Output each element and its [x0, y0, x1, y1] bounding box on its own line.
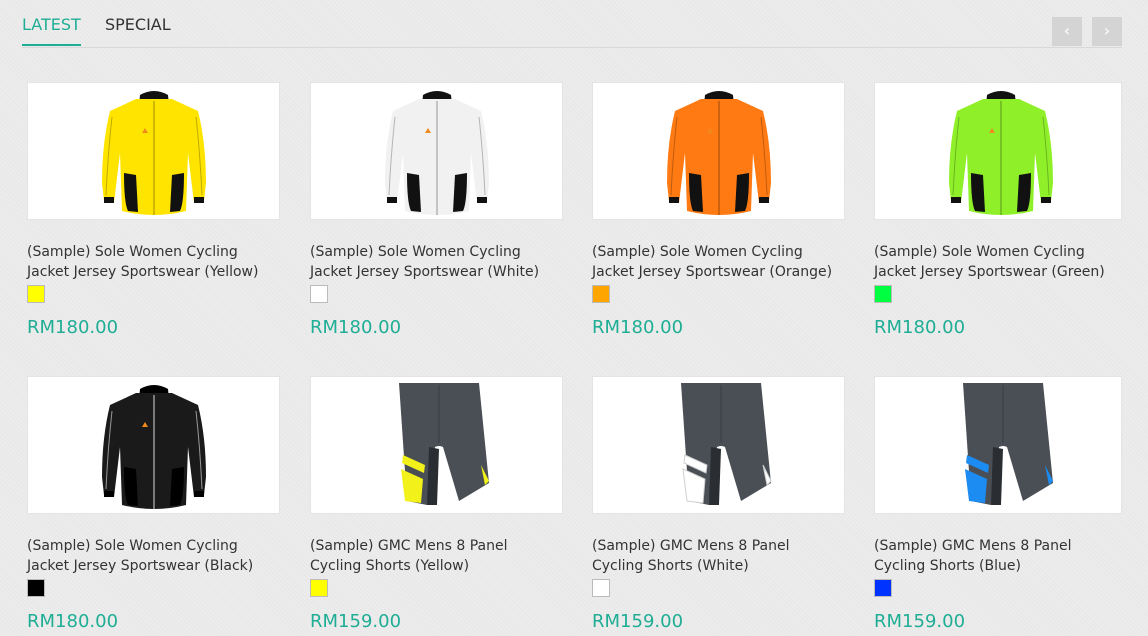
cycling-jacket-icon	[102, 385, 206, 509]
color-swatch[interactable]	[27, 579, 45, 597]
product-price: RM180.00	[27, 611, 119, 632]
cycling-jacket-icon	[102, 91, 206, 215]
product-price: RM180.00	[310, 317, 402, 338]
color-swatch[interactable]	[592, 285, 610, 303]
product-card[interactable]: (Sample) GMC Mens 8 Panel Cycling Shorts…	[310, 376, 563, 632]
product-image[interactable]	[592, 82, 845, 220]
product-card[interactable]: (Sample) GMC Mens 8 Panel Cycling Shorts…	[592, 376, 845, 632]
product-card[interactable]: (Sample) Sole Women Cycling Jacket Jerse…	[592, 82, 845, 338]
product-title[interactable]: (Sample) GMC Mens 8 Panel Cycling Shorts…	[874, 536, 1127, 576]
color-swatch[interactable]	[592, 579, 610, 597]
product-card[interactable]: (Sample) Sole Women Cycling Jacket Jerse…	[27, 82, 280, 338]
product-title[interactable]: (Sample) Sole Women Cycling Jacket Jerse…	[874, 242, 1127, 282]
product-price: RM180.00	[874, 317, 966, 338]
product-tabs: LATEST SPECIAL ‹ ›	[22, 0, 1122, 48]
carousel-prev-button[interactable]: ‹	[1052, 17, 1082, 46]
tab-special[interactable]: SPECIAL	[105, 15, 171, 34]
product-card[interactable]: (Sample) GMC Mens 8 Panel Cycling Shorts…	[874, 376, 1122, 632]
product-title[interactable]: (Sample) Sole Women Cycling Jacket Jerse…	[592, 242, 845, 282]
product-price: RM159.00	[874, 611, 966, 632]
cycling-jacket-icon	[385, 91, 489, 215]
carousel-next-button[interactable]: ›	[1092, 17, 1122, 46]
cycling-shorts-icon	[963, 383, 1053, 505]
product-image[interactable]	[310, 82, 563, 220]
product-card[interactable]: (Sample) Sole Women Cycling Jacket Jerse…	[27, 376, 280, 632]
cycling-shorts-icon	[399, 383, 489, 505]
product-image[interactable]	[27, 82, 280, 220]
product-image[interactable]	[874, 82, 1122, 220]
product-image[interactable]	[310, 376, 563, 514]
color-swatch[interactable]	[27, 285, 45, 303]
product-title[interactable]: (Sample) GMC Mens 8 Panel Cycling Shorts…	[592, 536, 845, 576]
product-title[interactable]: (Sample) Sole Women Cycling Jacket Jerse…	[27, 536, 280, 576]
chevron-left-icon: ‹	[1063, 21, 1071, 40]
color-swatch[interactable]	[874, 285, 892, 303]
cycling-jacket-icon	[949, 91, 1053, 215]
product-price: RM180.00	[27, 317, 119, 338]
product-price: RM180.00	[592, 317, 684, 338]
tab-latest[interactable]: LATEST	[22, 15, 81, 46]
product-price: RM159.00	[310, 611, 402, 632]
color-swatch[interactable]	[874, 579, 892, 597]
product-title[interactable]: (Sample) Sole Women Cycling Jacket Jerse…	[27, 242, 280, 282]
product-price: RM159.00	[592, 611, 684, 632]
product-image[interactable]	[592, 376, 845, 514]
chevron-right-icon: ›	[1103, 21, 1111, 40]
product-image[interactable]	[874, 376, 1122, 514]
product-card[interactable]: (Sample) Sole Women Cycling Jacket Jerse…	[874, 82, 1122, 338]
color-swatch[interactable]	[310, 285, 328, 303]
cycling-jacket-icon	[667, 91, 771, 215]
color-swatch[interactable]	[310, 579, 328, 597]
product-title[interactable]: (Sample) GMC Mens 8 Panel Cycling Shorts…	[310, 536, 563, 576]
product-card[interactable]: (Sample) Sole Women Cycling Jacket Jerse…	[310, 82, 563, 338]
cycling-shorts-icon	[681, 383, 772, 505]
product-image[interactable]	[27, 376, 280, 514]
product-title[interactable]: (Sample) Sole Women Cycling Jacket Jerse…	[310, 242, 563, 282]
